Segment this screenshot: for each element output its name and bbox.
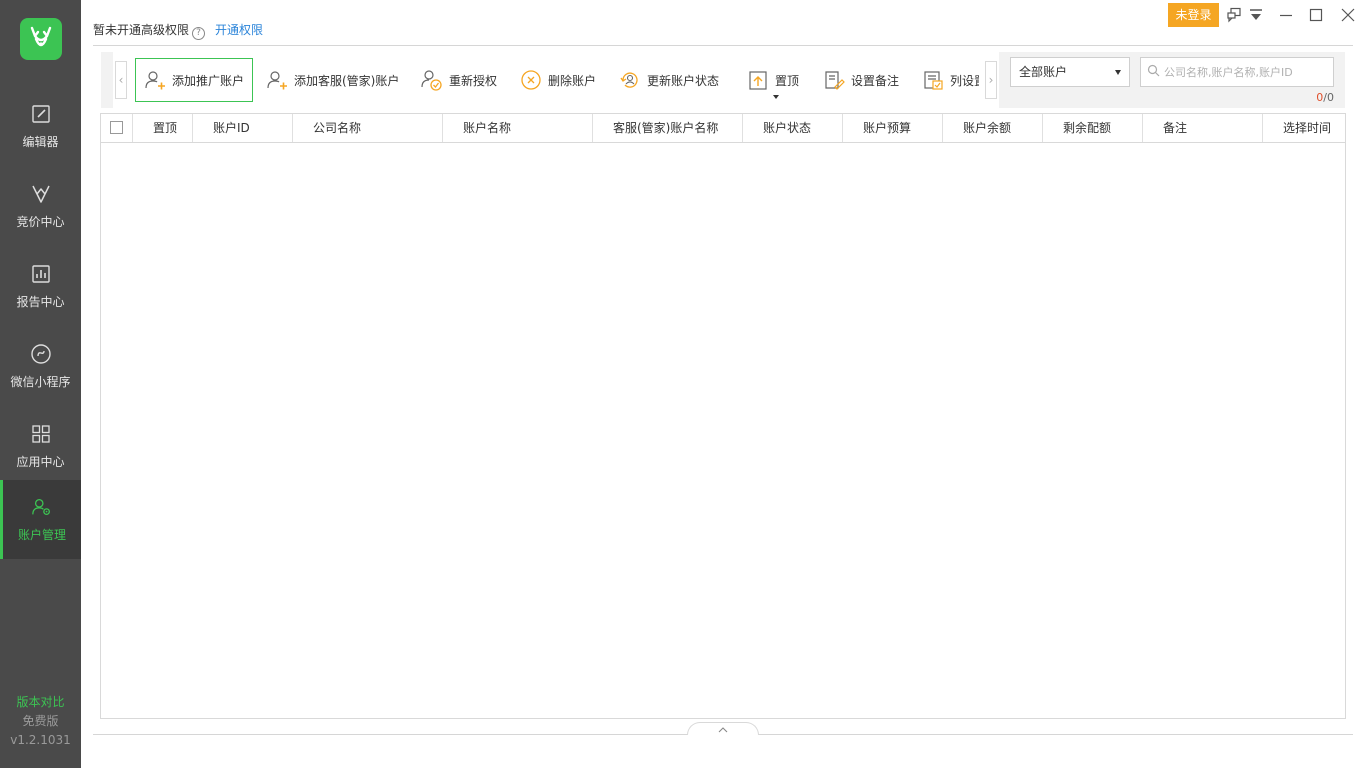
- sidebar-item-app-center[interactable]: 应用中心: [0, 406, 81, 486]
- button-label: 置顶: [775, 73, 800, 88]
- top-bar: 暂未开通高级权限? 开通权限 未登录: [81, 0, 1366, 46]
- chevron-down-icon: [1115, 70, 1121, 75]
- search-box[interactable]: [1140, 57, 1334, 87]
- close-icon[interactable]: [1336, 4, 1360, 26]
- reauthorize-icon: [421, 69, 443, 91]
- version-compare-link[interactable]: 版本对比: [0, 693, 81, 712]
- sidebar-item-editor[interactable]: 编辑器: [0, 86, 81, 166]
- column-header-account-id[interactable]: 账户ID: [193, 114, 293, 142]
- edition-label: 免费版: [22, 714, 59, 728]
- sidebar-item-label: 微信小程序: [10, 374, 71, 389]
- report-icon: [30, 263, 52, 285]
- column-header-status[interactable]: 账户状态: [743, 114, 843, 142]
- sidebar-item-mini-program[interactable]: 微信小程序: [0, 326, 81, 406]
- button-label: 列设置: [950, 73, 979, 88]
- result-count: 0/0: [1300, 91, 1334, 104]
- delete-icon: [520, 69, 542, 91]
- edit-icon: [30, 103, 52, 125]
- count-total: 0: [1327, 91, 1334, 104]
- column-settings-button[interactable]: 列设置: [922, 58, 979, 102]
- divider: [93, 45, 1353, 46]
- permission-status: 暂未开通高级权限?: [93, 21, 206, 40]
- open-permission-link[interactable]: 开通权限: [215, 21, 263, 38]
- table-body: [101, 143, 1345, 718]
- add-user-icon: [144, 69, 166, 91]
- accounts-table: 置顶 账户ID 公司名称 账户名称 客服(管家)账户名称 账户状态 账户预算 账…: [100, 113, 1346, 719]
- select-all-cell: [101, 114, 133, 142]
- column-header-note[interactable]: 备注: [1143, 114, 1263, 142]
- search-input[interactable]: [1164, 65, 1324, 79]
- sidebar-item-label: 应用中心: [16, 454, 65, 469]
- button-label: 更新账户状态: [647, 73, 720, 88]
- sidebar-item-bidding[interactable]: 竞价中心: [0, 166, 81, 246]
- chevron-down-icon: [773, 95, 779, 99]
- search-icon: [1147, 64, 1160, 80]
- set-note-button[interactable]: 设置备注: [823, 58, 899, 102]
- minimize-icon[interactable]: [1274, 4, 1298, 26]
- delete-account-button[interactable]: 删除账户: [520, 58, 596, 102]
- button-label: 添加客服(管家)账户: [294, 73, 400, 88]
- account-filter-select[interactable]: 全部账户: [1010, 57, 1130, 87]
- column-header-select-time[interactable]: 选择时间: [1263, 114, 1345, 142]
- scroll-left-icon[interactable]: ‹: [115, 61, 127, 99]
- mini-program-icon: [30, 343, 52, 365]
- sidebar-footer: 版本对比 免费版 v1.2.1031: [0, 693, 81, 750]
- column-settings-icon: [922, 69, 944, 91]
- sidebar-item-reports[interactable]: 报告中心: [0, 246, 81, 326]
- select-all-checkbox[interactable]: [110, 121, 123, 134]
- version-label: v1.2.1031: [10, 733, 71, 747]
- account-filter-value: 全部账户: [1019, 65, 1068, 79]
- sidebar-item-label: 竞价中心: [16, 214, 65, 229]
- sidebar-item-label: 账户管理: [17, 528, 66, 542]
- add-service-account-button[interactable]: 添加客服(管家)账户: [266, 58, 399, 102]
- chevron-up-icon: [718, 722, 728, 736]
- app-grid-icon: [30, 423, 52, 445]
- feedback-icon[interactable]: [1222, 4, 1246, 26]
- collapse-panel-tab[interactable]: [687, 722, 759, 735]
- permission-text: 暂未开通高级权限: [93, 23, 190, 37]
- column-header-budget[interactable]: 账户预算: [843, 114, 943, 142]
- note-icon: [823, 69, 845, 91]
- scroll-right-icon[interactable]: ›: [985, 61, 997, 99]
- help-icon[interactable]: ?: [192, 27, 206, 40]
- pin-top-button[interactable]: 置顶: [747, 58, 799, 102]
- refresh-user-icon: [619, 69, 641, 91]
- antler-logo-icon: [20, 18, 62, 60]
- column-header-quota[interactable]: 剩余配额: [1043, 114, 1143, 142]
- sidebar: 编辑器 竞价中心 报告中心 微信小程序 应用中心 账户管理 版本对比 免费版 v…: [0, 0, 81, 768]
- menu-dropdown-icon[interactable]: [1244, 4, 1268, 26]
- add-promo-account-button[interactable]: 添加推广账户: [135, 58, 253, 102]
- login-button[interactable]: 未登录: [1168, 3, 1219, 27]
- column-header-company[interactable]: 公司名称: [293, 114, 443, 142]
- sidebar-item-account-manage[interactable]: 账户管理: [0, 480, 81, 559]
- account-manage-icon: [31, 496, 53, 518]
- button-label: 添加推广账户: [172, 73, 245, 88]
- button-label: 设置备注: [851, 73, 900, 88]
- maximize-icon[interactable]: [1304, 4, 1328, 26]
- sidebar-item-label: 编辑器: [22, 134, 59, 149]
- refresh-account-status-button[interactable]: 更新账户状态: [619, 58, 719, 102]
- bid-icon: [30, 183, 52, 205]
- table-header: 置顶 账户ID 公司名称 账户名称 客服(管家)账户名称 账户状态 账户预算 账…: [101, 114, 1345, 143]
- toolbar-buttons: ‹ 添加推广账户 添加客服(管家)账户 重新授权 删除账户 更新账户状态 置顶: [113, 52, 999, 108]
- add-service-user-icon: [266, 69, 288, 91]
- button-label: 重新授权: [449, 73, 498, 88]
- reauthorize-button[interactable]: 重新授权: [421, 58, 497, 102]
- column-header-service-account[interactable]: 客服(管家)账户名称: [593, 114, 743, 142]
- button-label: 删除账户: [548, 73, 597, 88]
- column-header-pin[interactable]: 置顶: [133, 114, 193, 142]
- column-header-balance[interactable]: 账户余额: [943, 114, 1043, 142]
- pin-top-icon: [747, 69, 769, 91]
- column-header-account-name[interactable]: 账户名称: [443, 114, 593, 142]
- sidebar-item-label: 报告中心: [16, 294, 65, 309]
